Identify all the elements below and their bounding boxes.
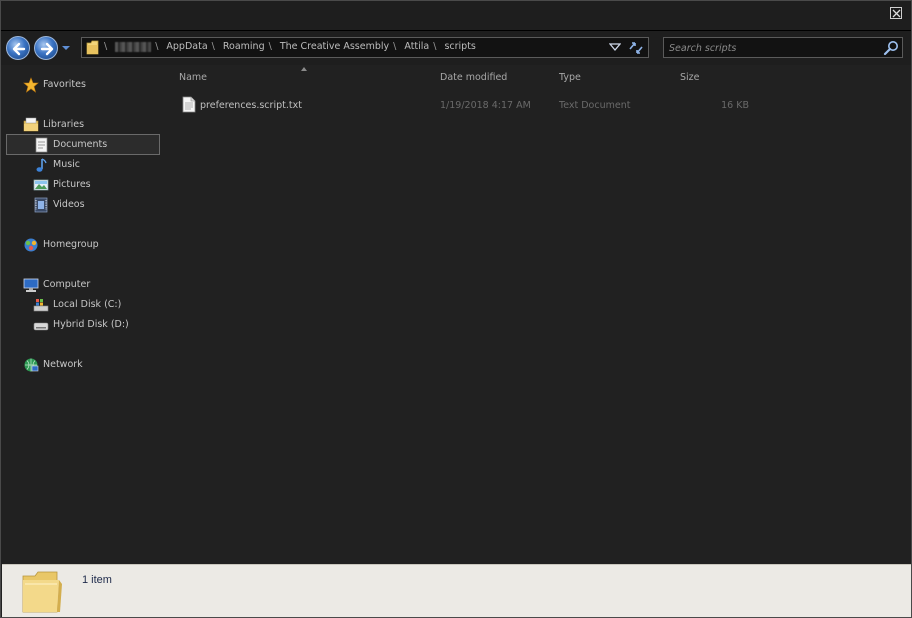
- back-button[interactable]: [6, 36, 30, 60]
- hard-drive-icon: [33, 322, 49, 331]
- local-disk-icon: [33, 299, 49, 312]
- column-header-name[interactable]: Name: [179, 72, 207, 83]
- sort-ascending-icon: [301, 67, 307, 71]
- breadcrumb-separator: \: [104, 41, 108, 52]
- breadcrumb-separator: \: [155, 41, 159, 52]
- column-header-type[interactable]: Type: [559, 72, 581, 83]
- music-note-icon: [36, 158, 47, 172]
- file-name[interactable]: preferences.script.txt: [200, 100, 302, 111]
- nav-documents-label: Documents: [53, 139, 108, 150]
- network-icon: [24, 358, 39, 372]
- file-type: Text Document: [559, 100, 631, 111]
- details-pane: 1 item: [2, 564, 911, 617]
- obscured-user-folder: [115, 41, 152, 52]
- breadcrumb: \ \ AppData \ Roaming \ The Creative Assembly \…: [104, 41, 480, 55]
- breadcrumb-separator: \: [268, 41, 272, 52]
- close-icon: [892, 9, 901, 18]
- nav-pictures-label: Pictures: [53, 179, 91, 190]
- title-bar[interactable]: [1, 1, 911, 31]
- column-header-size[interactable]: Size: [680, 72, 700, 83]
- nav-music-label: Music: [53, 159, 81, 170]
- nav-homegroup-label: Homegroup: [43, 239, 99, 250]
- pictures-icon: [33, 179, 49, 191]
- text-document-icon: [182, 96, 196, 113]
- breadcrumb-separator: \: [211, 41, 215, 52]
- file-list-pane[interactable]: [163, 65, 911, 563]
- libraries-icon: [23, 117, 39, 132]
- address-bar[interactable]: \ \ AppData \ Roaming \ The Creative Assembly \…: [81, 37, 649, 58]
- breadcrumb-separator: \: [393, 41, 397, 52]
- breadcrumb-scripts[interactable]: scripts: [444, 41, 475, 52]
- breadcrumb-creative-assembly[interactable]: The Creative Assembly: [280, 41, 389, 52]
- nav-favorites-label: Favorites: [43, 79, 86, 90]
- search-box[interactable]: [663, 37, 903, 58]
- breadcrumb-appdata[interactable]: AppData: [166, 41, 207, 52]
- file-size: 16 KB: [721, 100, 749, 111]
- nav-libraries-label: Libraries: [43, 119, 85, 130]
- breadcrumb-attila[interactable]: Attila: [404, 41, 429, 52]
- nav-computer-label: Computer: [43, 279, 91, 290]
- breadcrumb-roaming[interactable]: Roaming: [223, 41, 265, 52]
- forward-button[interactable]: [34, 36, 58, 60]
- column-header-date-modified[interactable]: Date modified: [440, 72, 507, 83]
- folder-icon: [86, 40, 99, 55]
- close-button[interactable]: [890, 7, 902, 19]
- documents-icon: [35, 137, 48, 153]
- breadcrumb-separator: \: [433, 41, 437, 52]
- item-count-text: 1 item: [82, 574, 112, 586]
- explorer-window: \ \ AppData \ Roaming \ The Creative Assembly \…: [0, 0, 912, 618]
- star-icon: [23, 77, 39, 93]
- nav-hybrid-disk-label: Hybrid Disk (D:): [53, 319, 129, 330]
- nav-videos-label: Videos: [53, 199, 85, 210]
- file-date-modified: 1/19/2018 4:17 AM: [440, 100, 531, 111]
- videos-icon: [34, 197, 48, 213]
- history-dropdown-button[interactable]: [61, 44, 71, 52]
- address-dropdown-icon[interactable]: [609, 43, 621, 52]
- folder-large-icon: [22, 571, 62, 613]
- nav-local-disk-label: Local Disk (C:): [53, 299, 122, 310]
- refresh-icon[interactable]: [627, 40, 645, 56]
- search-input[interactable]: [669, 41, 869, 55]
- search-icon[interactable]: [883, 40, 899, 56]
- computer-icon: [23, 278, 39, 292]
- nav-network-label: Network: [43, 359, 83, 370]
- forward-arrow-icon: [40, 42, 54, 56]
- back-arrow-icon: [12, 42, 26, 56]
- homegroup-icon: [24, 238, 38, 252]
